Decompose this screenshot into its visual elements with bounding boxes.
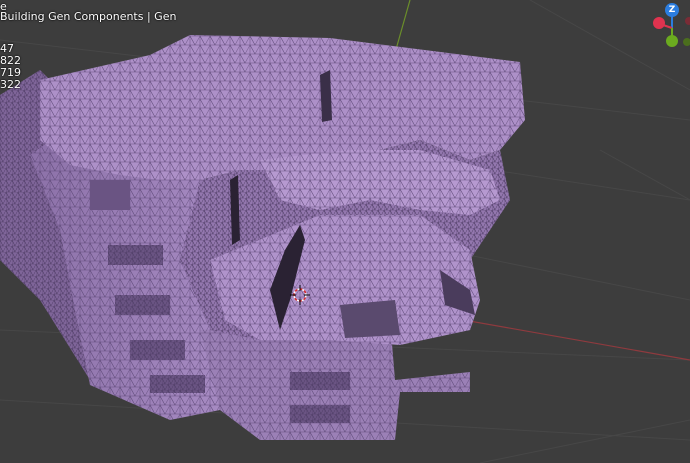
ruined-building-mesh[interactable]: [0, 35, 525, 440]
collection-text: Building Gen Components | Gen: [0, 10, 177, 23]
gizmo-z-icon[interactable]: Z: [665, 3, 679, 17]
gizmo-x-icon[interactable]: [653, 17, 665, 29]
gizmo-y-icon[interactable]: [666, 35, 678, 47]
stat-line-4: 322: [0, 78, 21, 91]
navigation-gizmo[interactable]: Z: [648, 0, 690, 52]
gizmo-neg-y-icon[interactable]: [683, 38, 690, 46]
3d-viewport[interactable]: [0, 0, 690, 463]
gizmo-neg-x-icon[interactable]: [685, 17, 690, 25]
